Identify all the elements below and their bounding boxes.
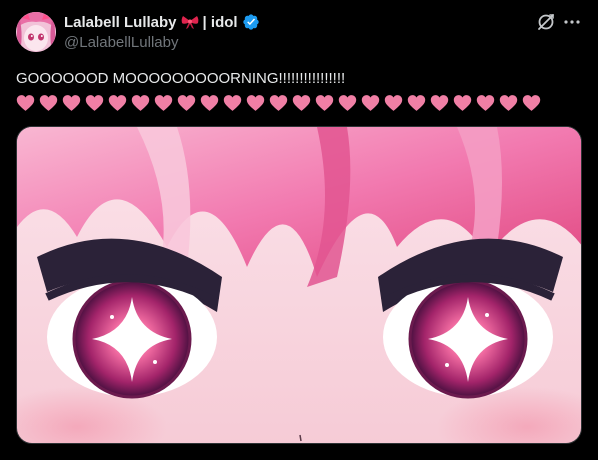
pink-heart-icon bbox=[85, 95, 104, 111]
tweet-heart-emojis bbox=[16, 93, 541, 113]
pink-heart-icon bbox=[154, 95, 173, 111]
pink-heart-icon bbox=[407, 95, 426, 111]
tweet-text: GOOOOOOD MOOOOOOOOORNING!!!!!!!!!!!!!!!! bbox=[16, 70, 346, 87]
author-name-row[interactable]: Lalabell Lullaby | idol bbox=[64, 12, 260, 32]
pink-heart-icon bbox=[499, 95, 518, 111]
more-icon[interactable] bbox=[562, 12, 582, 32]
tweet-media-image[interactable] bbox=[16, 126, 582, 444]
ribbon-bow-icon bbox=[181, 14, 199, 30]
pink-heart-icon bbox=[200, 95, 219, 111]
pink-heart-icon bbox=[39, 95, 58, 111]
pink-heart-icon bbox=[177, 95, 196, 111]
pink-heart-icon bbox=[453, 95, 472, 111]
pink-heart-icon bbox=[16, 95, 35, 111]
author-handle[interactable]: @LalabellLullaby bbox=[64, 34, 178, 51]
grok-icon[interactable] bbox=[536, 12, 556, 32]
pink-heart-icon bbox=[315, 95, 334, 111]
pink-heart-icon bbox=[269, 95, 288, 111]
pink-heart-icon bbox=[246, 95, 265, 111]
pink-heart-icon bbox=[522, 95, 541, 111]
pink-heart-icon bbox=[223, 95, 242, 111]
pink-heart-icon bbox=[476, 95, 495, 111]
pink-heart-icon bbox=[430, 95, 449, 111]
pink-heart-icon bbox=[384, 95, 403, 111]
display-name[interactable]: Lalabell Lullaby bbox=[64, 14, 177, 31]
display-name-suffix[interactable]: | idol bbox=[203, 14, 238, 31]
pink-heart-icon bbox=[131, 95, 150, 111]
pink-heart-icon bbox=[292, 95, 311, 111]
pink-heart-icon bbox=[108, 95, 127, 111]
pink-heart-icon bbox=[361, 95, 380, 111]
pink-heart-icon bbox=[62, 95, 81, 111]
verified-badge-icon[interactable] bbox=[242, 13, 260, 31]
pink-heart-icon bbox=[338, 95, 357, 111]
avatar[interactable] bbox=[16, 12, 56, 52]
